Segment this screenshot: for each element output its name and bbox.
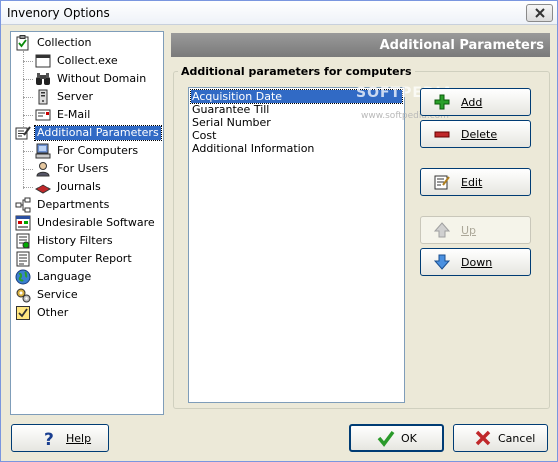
edit-note-icon (434, 175, 450, 190)
options-tree[interactable]: Collection Collect.exe Without Domain Se… (10, 31, 164, 415)
list-item[interactable]: Cost (191, 129, 402, 142)
email-icon (35, 109, 51, 121)
checklist-icon (16, 35, 29, 51)
tree-item-other[interactable]: Other (15, 305, 70, 321)
binoculars-icon (36, 73, 50, 85)
minus-icon (434, 131, 450, 138)
tree-item-computer-report[interactable]: Computer Report (15, 251, 134, 267)
tree-connector (23, 187, 33, 188)
tree-item-collect-exe[interactable]: Collect.exe (35, 53, 120, 69)
tree-connector (23, 97, 33, 98)
journal-icon (35, 183, 51, 194)
tree-connector (23, 169, 33, 170)
title-bar[interactable]: Invenory Options (1, 1, 557, 25)
x-icon (475, 430, 491, 446)
list-item[interactable]: Guarantee Till (191, 103, 402, 116)
tree-item-departments[interactable]: Departments (15, 197, 111, 213)
checkmark-icon (377, 430, 395, 447)
up-button[interactable]: Up (420, 216, 531, 244)
window-title: Invenory Options (7, 6, 110, 20)
tree-connector (23, 61, 33, 62)
departments-icon (15, 197, 31, 213)
check-box-icon (16, 306, 30, 320)
close-icon (534, 8, 545, 18)
window-icon (35, 54, 51, 68)
tree-connector (23, 141, 24, 189)
tree-item-collection[interactable]: Collection (15, 35, 93, 51)
gears-icon (16, 288, 31, 303)
panel-header: Additional Parameters (171, 33, 550, 57)
history-icon (16, 233, 30, 249)
delete-button[interactable]: Delete (420, 120, 531, 148)
tree-item-history-filters[interactable]: History Filters (15, 233, 115, 249)
tree-item-email[interactable]: E-Mail (35, 107, 92, 123)
computer-icon (35, 143, 51, 159)
arrow-up-icon (433, 222, 451, 238)
close-button[interactable] (526, 4, 553, 22)
tree-connector (23, 79, 33, 80)
tree-item-language[interactable]: Language (15, 269, 93, 285)
report-icon (16, 251, 30, 267)
globe-icon (15, 269, 31, 285)
list-item[interactable]: Acquisition Date (190, 89, 403, 104)
edit-note-icon (15, 126, 31, 140)
cancel-button[interactable]: Cancel (453, 424, 548, 452)
tree-connector (23, 51, 24, 135)
server-icon (38, 89, 48, 105)
question-icon: ? (44, 430, 54, 447)
ok-button[interactable]: OK (349, 424, 444, 452)
tree-item-journals[interactable]: Journals (35, 179, 103, 195)
down-button[interactable]: Down (420, 248, 531, 276)
group-title: Additional parameters for computers (178, 65, 415, 78)
tree-item-server[interactable]: Server (35, 89, 95, 105)
tree-item-for-computers[interactable]: For Computers (35, 143, 140, 159)
tree-item-service[interactable]: Service (15, 287, 80, 303)
plus-icon (434, 94, 450, 110)
software-icon (15, 215, 31, 231)
tree-item-for-users[interactable]: For Users (35, 161, 111, 177)
parameters-list[interactable]: Acquisition Date Guarantee Till Serial N… (188, 87, 405, 403)
list-item[interactable]: Additional Information (191, 142, 402, 155)
list-item[interactable]: Serial Number (191, 116, 402, 129)
tree-item-without-domain[interactable]: Without Domain (35, 71, 148, 87)
arrow-down-icon (433, 254, 451, 270)
tree-connector (23, 115, 33, 116)
add-button[interactable]: Add (420, 88, 531, 116)
help-button[interactable]: ? Help (11, 424, 109, 452)
user-icon (36, 162, 50, 177)
options-window: Invenory Options Collection Collect.exe … (0, 0, 558, 462)
edit-button[interactable]: Edit (420, 168, 531, 196)
svg-text:?: ? (44, 430, 54, 447)
tree-item-undesirable-software[interactable]: Undesirable Software (15, 215, 157, 231)
tree-item-additional-parameters[interactable]: Additional Parameters (15, 125, 162, 141)
tree-connector (23, 151, 33, 152)
